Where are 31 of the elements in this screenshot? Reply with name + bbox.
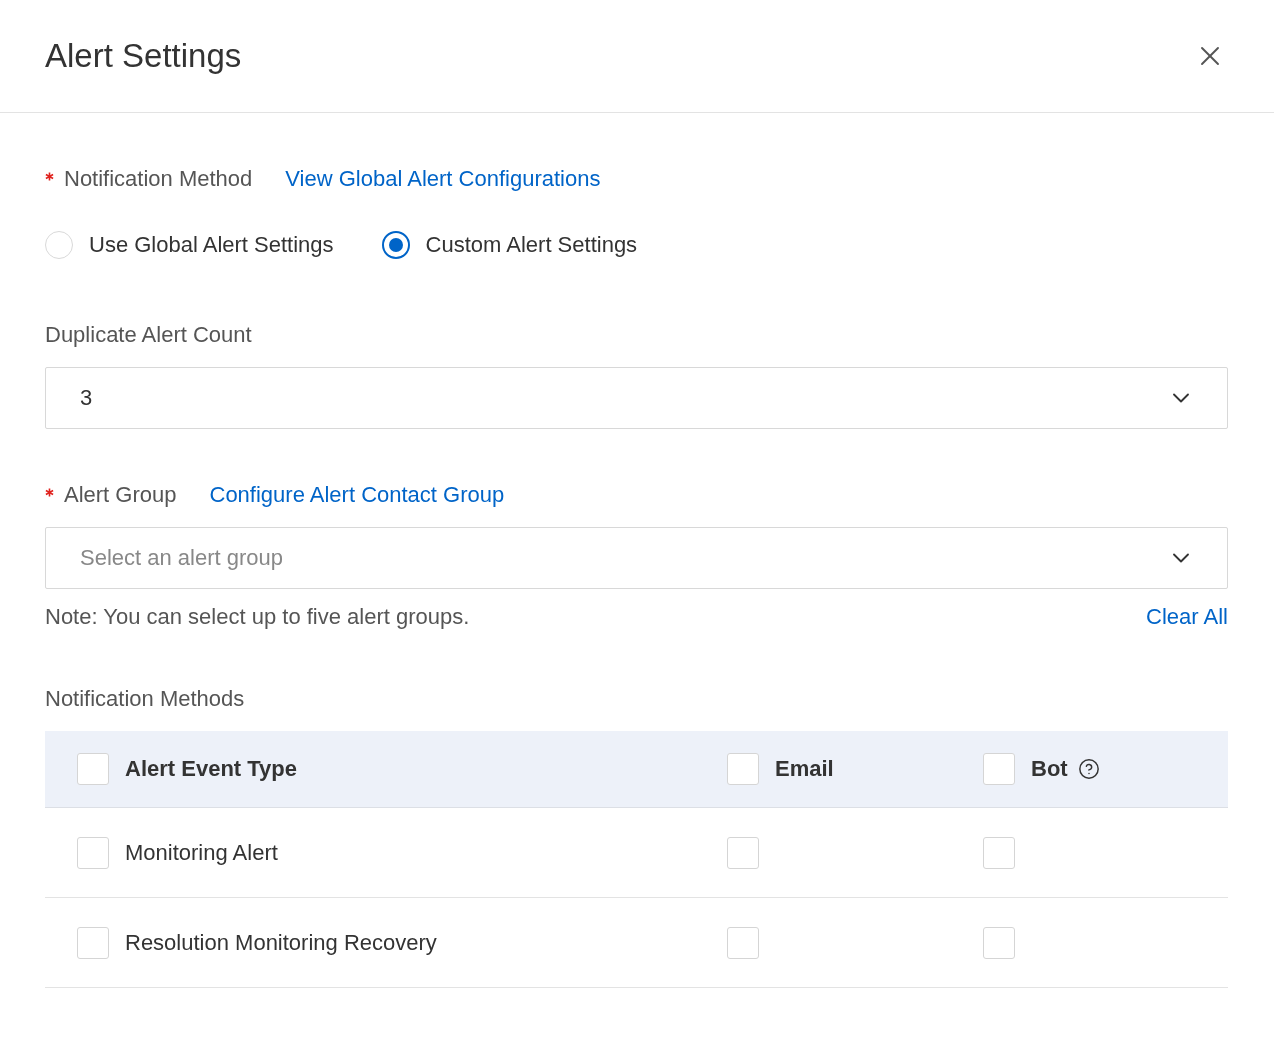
configure-group-link[interactable]: Configure Alert Contact Group <box>209 483 505 507</box>
table-cell: Monitoring Alert <box>125 840 278 865</box>
select-value: 3 <box>80 386 93 410</box>
field-label: Alert Group <box>64 483 177 507</box>
checkbox[interactable] <box>983 836 1015 869</box>
checkbox[interactable] <box>77 753 109 785</box>
select-placeholder: Select an alert group <box>80 546 284 570</box>
help-icon[interactable] <box>1077 758 1100 780</box>
column-header: Email <box>775 757 834 781</box>
radio-label[interactable]: Use Global Alert Settings <box>89 233 334 257</box>
clear-all-link[interactable]: Clear All <box>1146 605 1228 629</box>
table-cell: Resolution Monitoring Recovery <box>125 930 437 955</box>
checkbox[interactable] <box>727 836 759 869</box>
hint-text: Note: You can select up to five alert groups. <box>45 605 470 629</box>
count-select[interactable]: 3 <box>45 367 1228 429</box>
checkbox[interactable] <box>727 926 759 959</box>
column-header: Bot <box>1031 757 1068 781</box>
checkbox[interactable] <box>983 926 1015 959</box>
section-label: Notification Methods <box>45 687 245 711</box>
alert-group-select[interactable]: Select an alert group <box>45 527 1228 589</box>
dialog-title: Alert Settings <box>45 36 242 76</box>
checkbox[interactable] <box>77 926 109 959</box>
field-label: Duplicate Alert Count <box>45 323 252 347</box>
radio-label[interactable]: Custom Alert Settings <box>425 233 638 257</box>
checkbox[interactable] <box>983 753 1015 785</box>
checkbox[interactable] <box>77 836 109 869</box>
column-header: Alert Event Type <box>125 757 297 781</box>
checkbox[interactable] <box>727 753 759 785</box>
field-label: Notification Method <box>64 167 253 191</box>
radio-button[interactable] <box>381 231 410 259</box>
view-config-link[interactable]: View Global Alert Configurations <box>285 167 601 191</box>
